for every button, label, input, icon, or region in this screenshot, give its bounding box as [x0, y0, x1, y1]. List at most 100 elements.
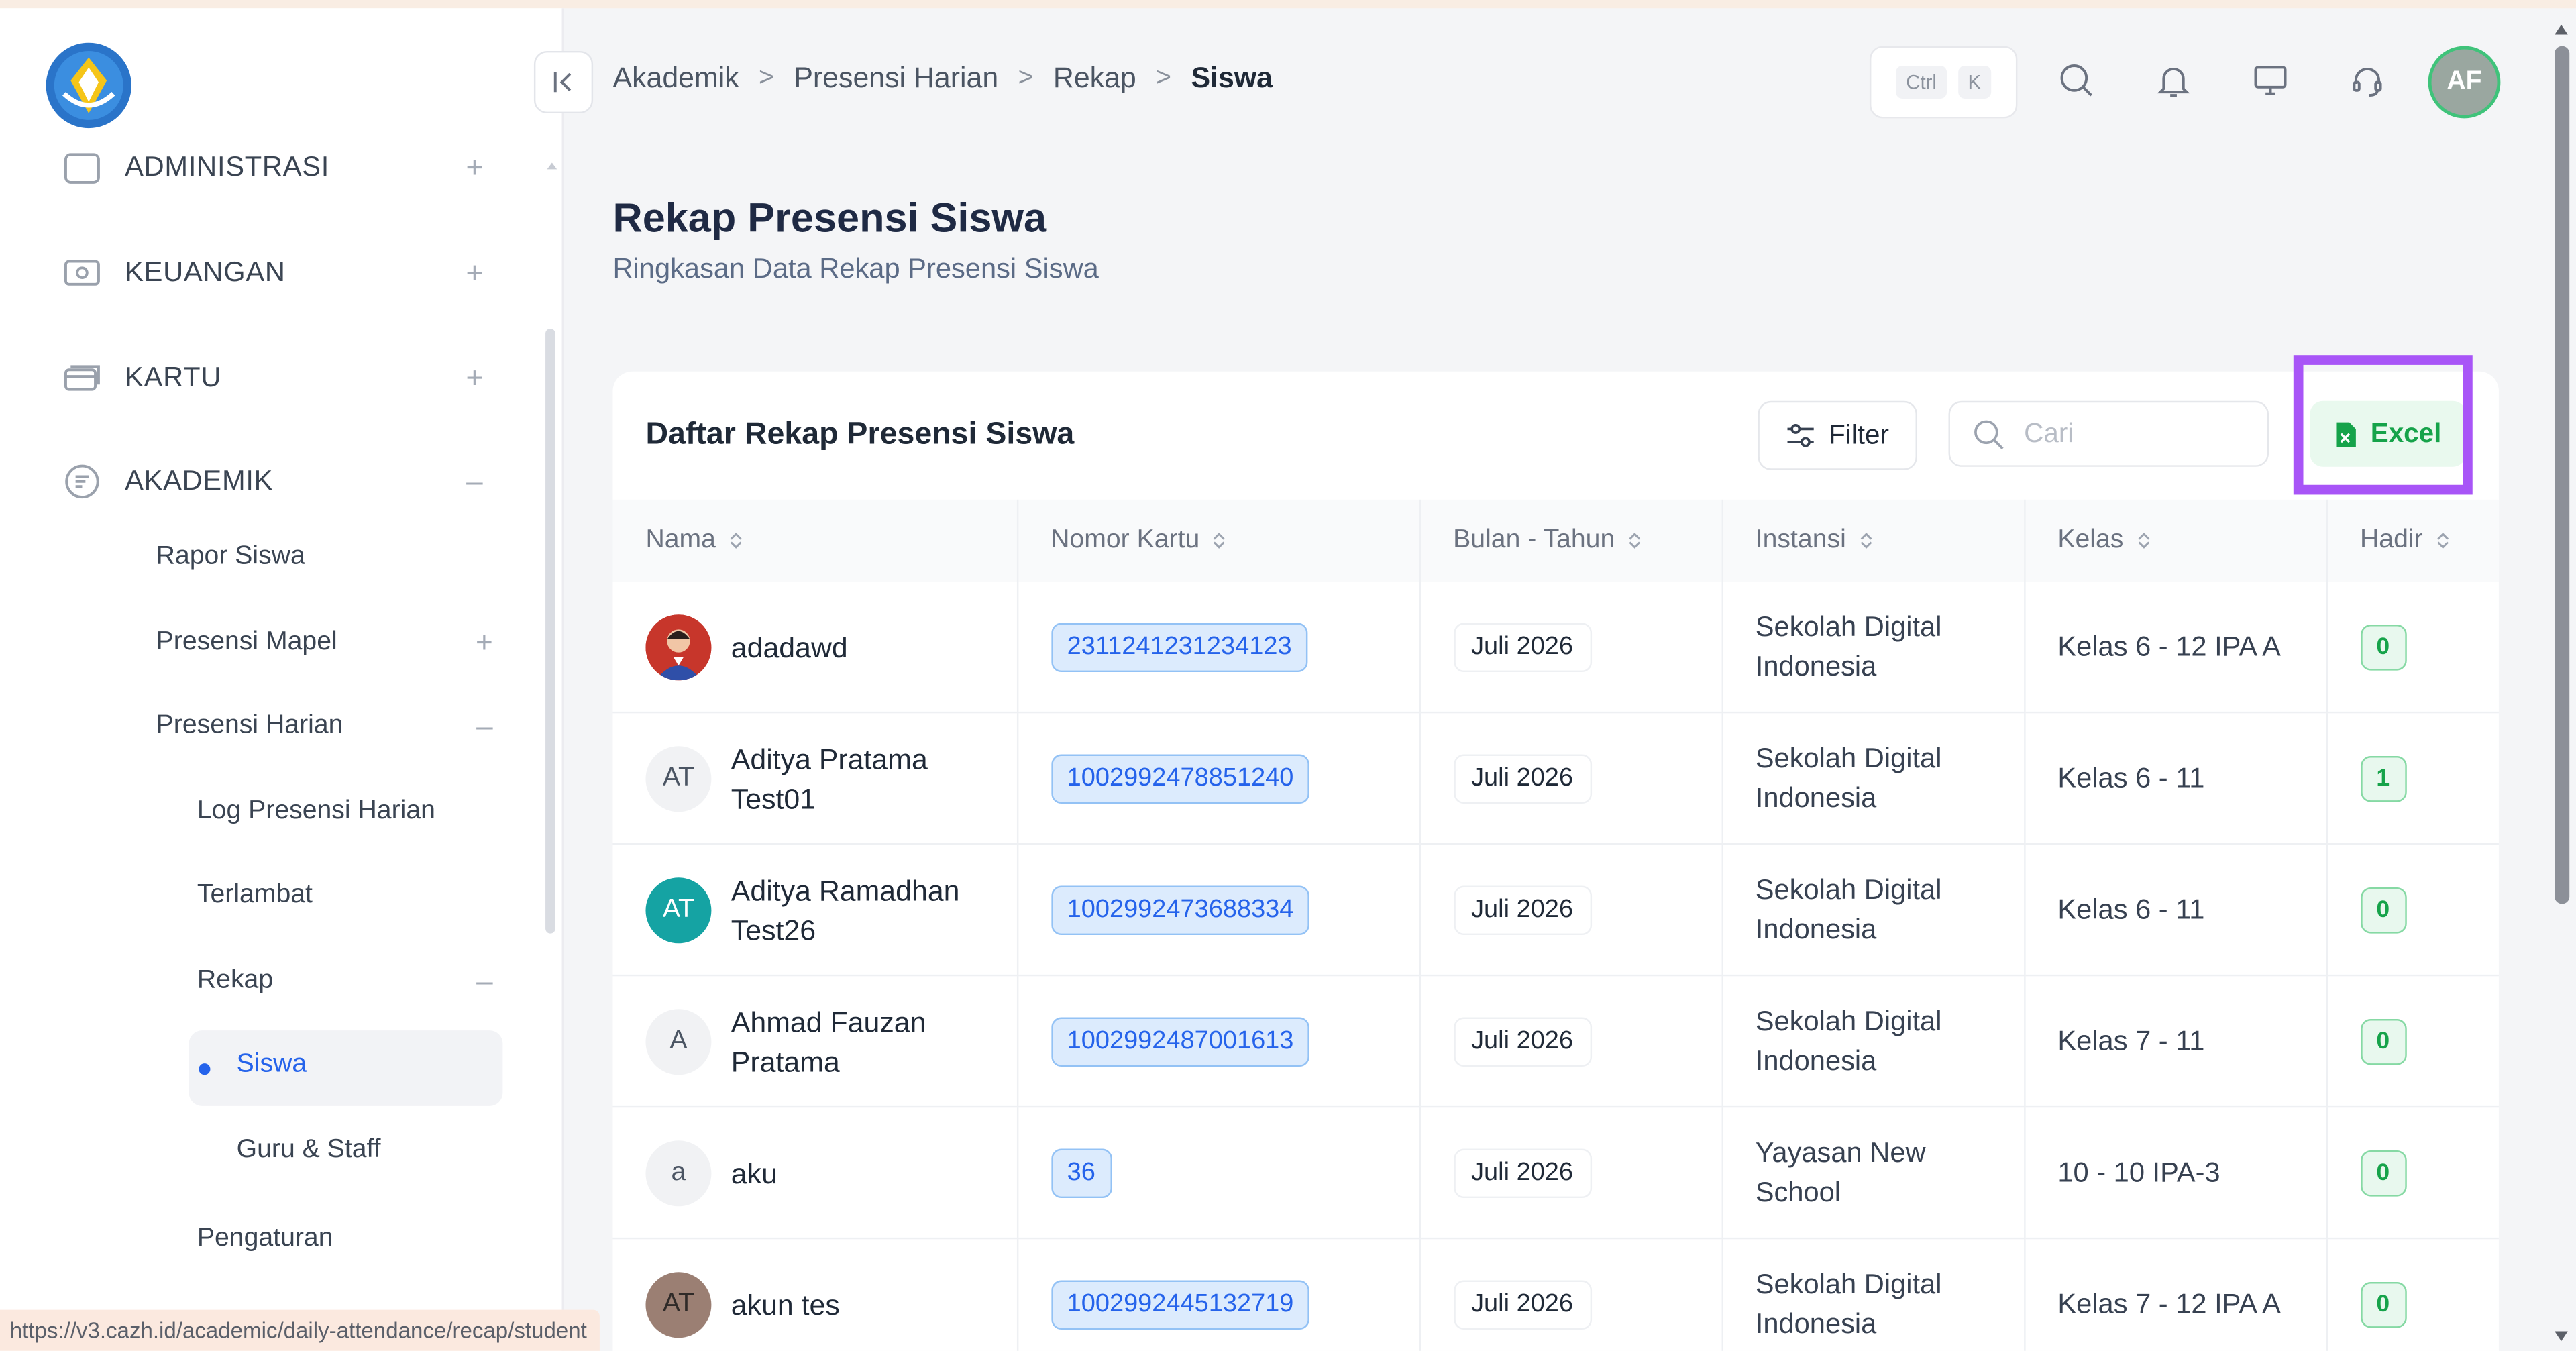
expand-icon[interactable]: + [457, 256, 493, 290]
nav-keuangan[interactable]: KEUANGAN + [62, 248, 493, 298]
column-hadir[interactable]: Hadir [2326, 500, 2499, 582]
cell-instansi: Sekolah Digital Indonesia [1721, 1238, 2025, 1351]
nav-presensi-harian[interactable]: Presensi Harian – [156, 709, 493, 743]
cell-nama: a aku [612, 1107, 1018, 1240]
collapse-sidebar-button[interactable] [533, 50, 594, 114]
card-number-badge: 36 [1051, 1148, 1112, 1197]
nav-rekap[interactable]: Rekap – [197, 964, 493, 998]
search-box[interactable] [1948, 400, 2269, 467]
table-row[interactable]: AT Aditya Pratama Test01 1002992478851240 J… [612, 712, 2499, 845]
nav-pengaturan[interactable]: Pengaturan [197, 1224, 333, 1254]
institution-name: Yayasan New School [1755, 1136, 1926, 1207]
table-row[interactable]: A Ahmad Fauzan Pratama 1002992487001613 Jul… [612, 975, 2499, 1108]
student-name[interactable]: aku [731, 1153, 777, 1193]
recap-table: Nama Nomor Kartu Bulan - Tahun Instansi … [612, 499, 2499, 1351]
student-name[interactable]: Ahmad Fauzan Pratama [731, 1002, 1002, 1081]
collapse-left-icon [553, 72, 572, 93]
table-row[interactable]: AT Aditya Ramadhan Test26 1002992473688334… [612, 844, 2499, 977]
nav-label: AKADEMIK [125, 465, 274, 496]
breadcrumb-separator: > [1018, 63, 1034, 91]
card-number-badge: 1002992473688334 [1051, 885, 1310, 934]
breadcrumb-presensi-harian[interactable]: Presensi Harian [794, 61, 998, 95]
breadcrumb-akademik[interactable]: Akademik [612, 61, 739, 95]
app-logo[interactable] [44, 41, 133, 129]
student-name[interactable]: Aditya Ramadhan Test26 [731, 870, 1002, 949]
nav-label: ADMINISTRASI [125, 151, 330, 182]
avatar: AT [645, 877, 712, 943]
avatar: A [645, 1008, 712, 1075]
cell-instansi: Yayasan New School [1721, 1107, 2025, 1240]
headset-icon[interactable] [2346, 59, 2389, 102]
institution-name: Sekolah Digital Indonesia [1755, 1268, 1942, 1339]
nav-label: Terlambat [197, 881, 313, 909]
nav-label: Pengaturan [197, 1224, 333, 1252]
cell-nomor-kartu: 2311241231234123 [1016, 582, 1421, 714]
page-scrollbar[interactable] [2555, 46, 2570, 904]
student-name[interactable]: Aditya Pratama Test01 [731, 739, 1002, 818]
student-name[interactable]: adadawd [731, 627, 848, 667]
month-badge: Juli 2026 [1453, 1148, 1591, 1197]
search-input[interactable] [2021, 417, 2241, 451]
recap-card: Daftar Rekap Presensi Siswa Filter Excel… [612, 355, 2499, 1351]
cell-nomor-kartu: 1002992473688334 [1016, 844, 1421, 977]
nav-rapor-siswa[interactable]: Rapor Siswa [156, 543, 305, 572]
cell-nama: A Ahmad Fauzan Pratama [612, 975, 1018, 1108]
table-row[interactable]: AT akun tes 1002992445132719 Juli 2026 Sekol… [612, 1238, 2499, 1351]
nav-guru-staff[interactable]: Guru & Staff [237, 1136, 381, 1165]
sort-icon [1629, 532, 1641, 549]
avatar: a [645, 1140, 712, 1206]
active-dot-icon [199, 1063, 211, 1075]
sidebar-scrollbar[interactable] [545, 329, 555, 934]
class-name: Kelas 6 - 11 [2057, 761, 2205, 794]
nav-kartu[interactable]: KARTU + [62, 354, 493, 403]
academic-icon [62, 462, 102, 501]
search-icon [1974, 419, 2004, 449]
cell-instansi: Sekolah Digital Indonesia [1721, 582, 2025, 714]
nav-terlambat[interactable]: Terlambat [197, 881, 313, 910]
cell-nomor-kartu: 1002992487001613 [1016, 975, 1421, 1108]
cell-hadir: 0 [2326, 975, 2499, 1108]
nav-siswa[interactable]: Siswa [237, 1050, 307, 1080]
nav-label: Presensi Harian [156, 711, 343, 740]
card-number-badge: 1002992445132719 [1051, 1279, 1310, 1329]
attendance-count-badge: 0 [2359, 623, 2406, 670]
month-badge: Juli 2026 [1453, 753, 1591, 803]
breadcrumb-rekap[interactable]: Rekap [1053, 61, 1136, 95]
scroll-up-icon[interactable] [2555, 24, 2568, 35]
column-instansi[interactable]: Instansi [1721, 499, 2025, 582]
column-bulan-tahun[interactable]: Bulan - Tahun [1419, 499, 1723, 582]
column-kelas[interactable]: Kelas [2024, 499, 2328, 582]
nav-presensi-mapel[interactable]: Presensi Mapel + [156, 625, 493, 659]
student-name[interactable]: akun tes [731, 1285, 840, 1324]
command-palette-shortcut[interactable]: Ctrl K [1869, 46, 2018, 119]
bell-icon[interactable] [2152, 59, 2195, 102]
column-nomor-kartu[interactable]: Nomor Kartu [1016, 499, 1421, 582]
table-header-row: Nama Nomor Kartu Bulan - Tahun Instansi … [612, 499, 2499, 582]
expand-icon[interactable]: + [457, 361, 493, 395]
collapse-icon[interactable]: – [476, 709, 493, 743]
table-row[interactable]: adadawd 2311241231234123 Juli 2026 Sekolah … [612, 582, 2499, 714]
table-row[interactable]: a aku 36 Juli 2026 Yayasan New School 10 - 10… [612, 1107, 2499, 1240]
collapse-icon[interactable]: – [457, 464, 493, 498]
nav-akademik[interactable]: AKADEMIK – [62, 457, 493, 506]
expand-icon[interactable]: + [457, 150, 493, 184]
monitor-icon[interactable] [2249, 59, 2292, 102]
cell-kelas: Kelas 6 - 11 [2024, 712, 2328, 845]
sidebar-scroll-up-icon[interactable] [547, 162, 557, 170]
nav-administrasi[interactable]: ADMINISTRASI + [62, 143, 493, 192]
column-nama[interactable]: Nama [612, 499, 1018, 582]
cell-instansi: Sekolah Digital Indonesia [1721, 712, 2025, 845]
scroll-down-icon[interactable] [2555, 1331, 2568, 1342]
cell-bulan-tahun: Juli 2026 [1419, 712, 1723, 845]
cell-bulan-tahun: Juli 2026 [1419, 975, 1723, 1108]
cell-nama: adadawd [612, 582, 1018, 714]
expand-icon[interactable]: + [476, 625, 493, 659]
nav-log-presensi-harian[interactable]: Log Presensi Harian [197, 797, 435, 826]
filter-button[interactable]: Filter [1758, 400, 1917, 470]
search-icon[interactable] [2055, 59, 2098, 102]
filter-icon [1787, 423, 1815, 447]
card-number-badge: 2311241231234123 [1051, 622, 1309, 671]
cell-kelas: Kelas 7 - 11 [2024, 975, 2328, 1108]
user-avatar[interactable]: AF [2428, 46, 2501, 119]
collapse-icon[interactable]: – [476, 964, 493, 998]
